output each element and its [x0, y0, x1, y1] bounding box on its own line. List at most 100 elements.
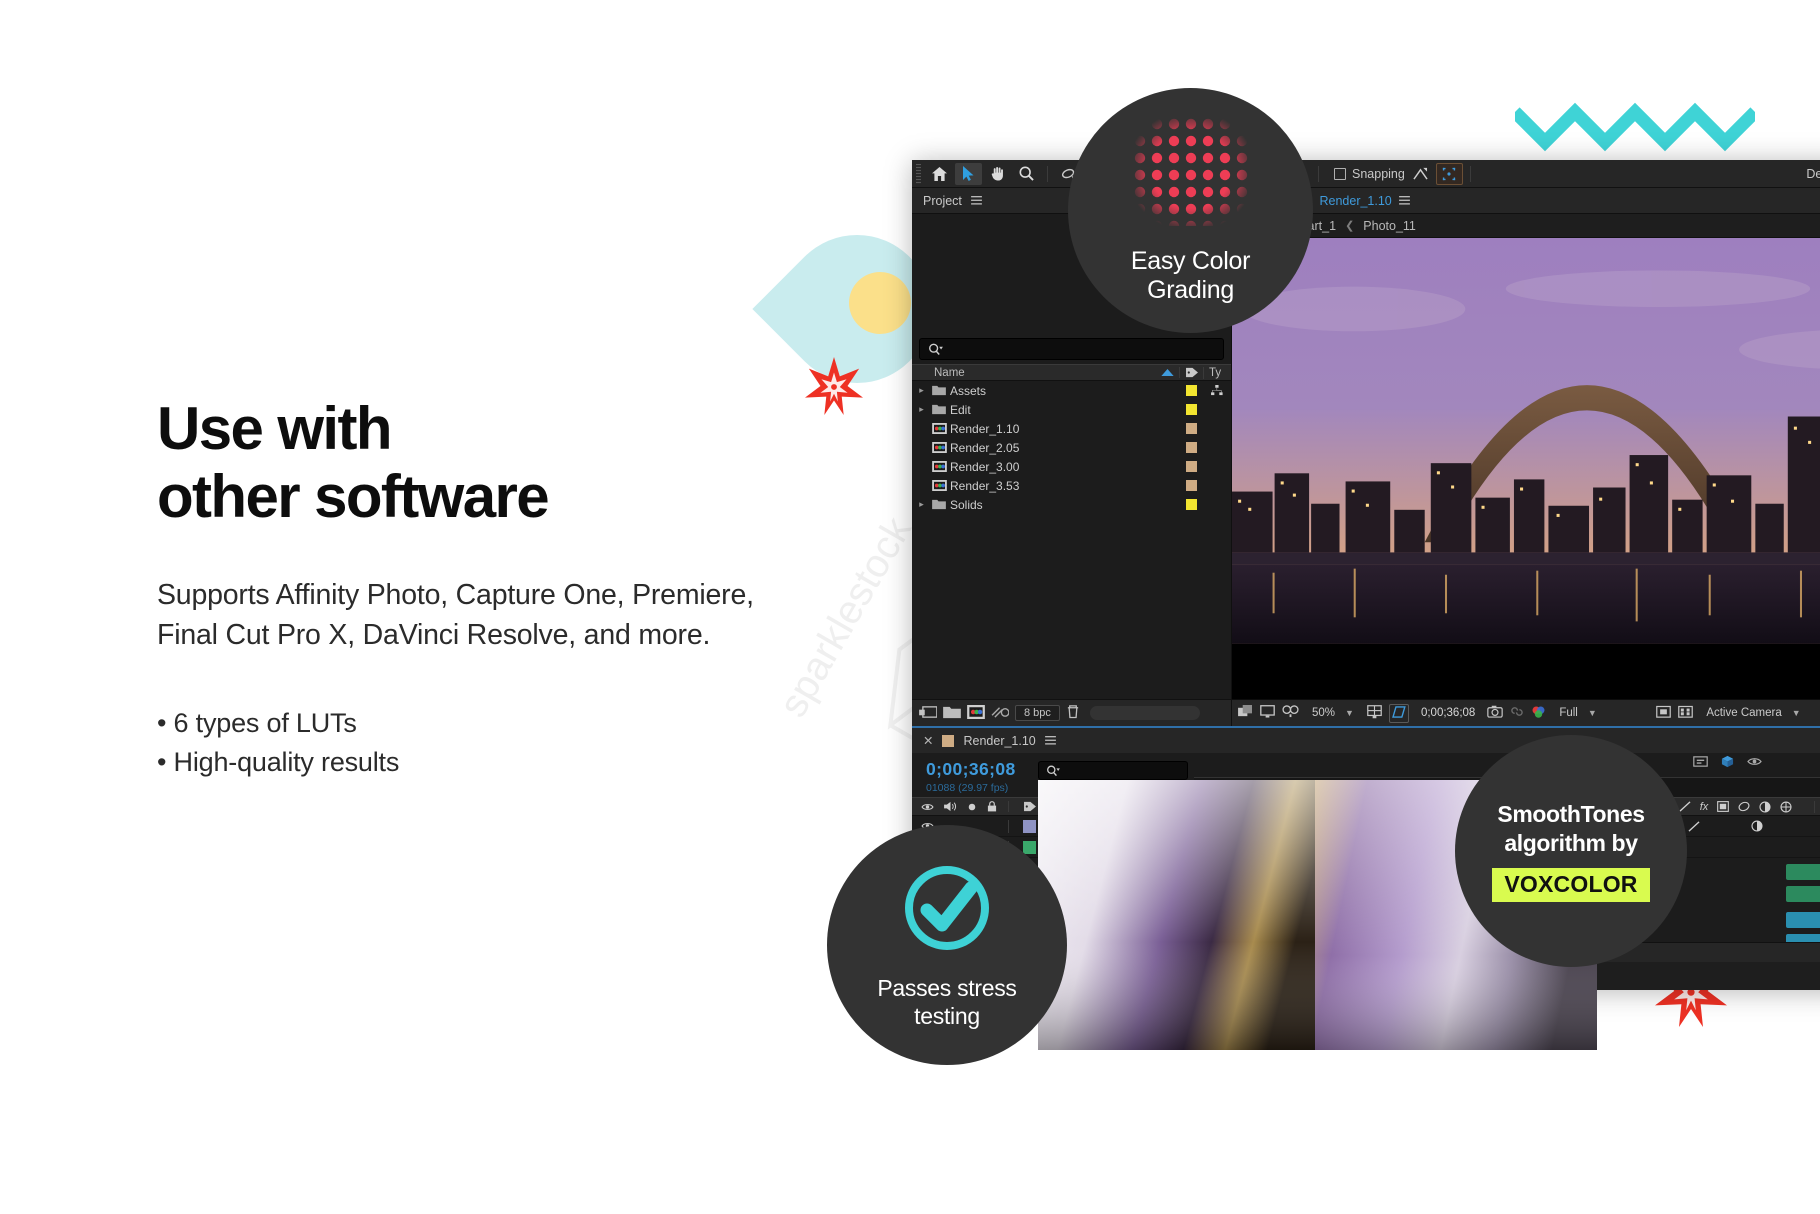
new-composition-icon[interactable] [967, 704, 985, 722]
current-time-display[interactable]: 0;00;36;08 [1416, 706, 1480, 720]
footer-slider[interactable] [1089, 706, 1200, 720]
label-color-swatch[interactable] [1179, 499, 1203, 510]
list-item[interactable]: Render_3.00 [912, 457, 1231, 476]
badge-easy-color-grading: Easy Color Grading [1068, 88, 1313, 333]
timeline-tools [1693, 755, 1762, 771]
hand-icon[interactable] [984, 163, 1011, 185]
resolution-select[interactable]: Full ▼ [1553, 706, 1649, 720]
chevron-down-icon: ▼ [1587, 708, 1597, 718]
camera-view-select[interactable]: Active Camera ▼ [1700, 706, 1820, 720]
snapping-label: Snapping [1352, 166, 1405, 181]
project-search-input[interactable] [919, 338, 1224, 360]
list-item[interactable]: Render_1.10 [912, 419, 1231, 438]
composition-viewer[interactable] [1232, 238, 1820, 699]
timecode-block[interactable]: 0;00;36;08 01088 (29.97 fps) [912, 753, 1032, 794]
list-item[interactable]: ▸ Assets [912, 381, 1231, 400]
label-color-swatch[interactable] [1179, 461, 1203, 472]
track-bar[interactable] [1786, 886, 1820, 902]
breadcrumb-item[interactable]: Photo_11 [1363, 219, 1416, 233]
label-color-swatch[interactable] [1179, 442, 1203, 453]
adjustment-icon [1759, 800, 1771, 813]
composition-tab-name: Render_1.10 [1319, 193, 1392, 208]
snapping-toggle[interactable]: Snapping [1334, 167, 1405, 181]
label-color-swatch[interactable] [1179, 423, 1203, 434]
list-item: • 6 types of LUTs [157, 707, 357, 738]
region-of-interest-toggle-icon[interactable] [1656, 705, 1672, 722]
camera-view-value: Active Camera [1706, 707, 1782, 719]
list-item-label: Render_3.53 [950, 478, 1020, 493]
transparency-grid-icon[interactable] [1678, 705, 1694, 722]
selection-arrow-icon[interactable] [955, 162, 982, 185]
3d-layer-icon [1780, 800, 1792, 813]
hierarchy-icon [1203, 385, 1231, 396]
column-header-name[interactable]: Name [912, 367, 1161, 379]
delete-icon[interactable] [1066, 704, 1080, 722]
tag-column-icon [1179, 367, 1203, 378]
3d-glasses-icon[interactable] [1282, 705, 1299, 721]
snap-arrow-icon[interactable] [1407, 163, 1434, 185]
project-settings-icon[interactable] [991, 705, 1010, 722]
magnification-select[interactable]: 50% ▼ [1306, 706, 1360, 720]
interpret-footage-icon[interactable] [919, 705, 938, 722]
close-icon[interactable]: ✕ [923, 733, 933, 748]
column-header-mode[interactable]: Mode [1814, 800, 1820, 813]
new-folder-icon[interactable] [943, 705, 961, 722]
take-snapshot-icon[interactable] [1487, 705, 1504, 721]
list-item-label: Render_3.00 [950, 459, 1020, 474]
panel-menu-icon[interactable] [1044, 734, 1056, 748]
track-bar[interactable] [1786, 864, 1820, 880]
sort-ascending-icon [1161, 367, 1179, 379]
disclosure-triangle-icon[interactable]: ▸ [915, 499, 928, 510]
bit-depth-button[interactable]: 8 bpc [1015, 705, 1060, 721]
workspace-default[interactable]: Default [1806, 167, 1820, 181]
halftone-dots-icon [1132, 116, 1250, 232]
draft-3d-icon[interactable] [1720, 755, 1735, 771]
toolbar-drag-handle[interactable] [916, 163, 921, 184]
search-icon [929, 343, 943, 355]
transform-box-icon[interactable] [1435, 162, 1463, 185]
composition-mini-flowchart-icon[interactable] [1693, 755, 1708, 771]
toolbar-divider [1318, 165, 1319, 182]
region-of-interest-icon[interactable] [1388, 703, 1409, 723]
zoom-magnifier-icon[interactable] [1013, 163, 1040, 185]
layer-mode-select[interactable]: Normal ▼ [1814, 819, 1820, 834]
label-color-swatch[interactable] [1179, 404, 1203, 415]
disclosure-triangle-icon[interactable]: ▸ [915, 404, 928, 415]
toggle-transparency-icon[interactable] [1238, 705, 1253, 721]
list-item[interactable]: ▸ Edit [912, 400, 1231, 419]
supported-software-text: Supports Affinity Photo, Capture One, Pr… [157, 578, 754, 652]
lut-preview-left [1038, 780, 1320, 1050]
timeline-panel-tab[interactable]: ✕ Render_1.10 [912, 728, 1820, 753]
monitor-icon[interactable] [1260, 705, 1275, 721]
composition-panel-tab[interactable]: Composition Render_1.10 [1232, 188, 1820, 214]
home-icon[interactable] [926, 163, 953, 185]
snapping-checkbox[interactable] [1334, 167, 1346, 180]
project-panel-title: Project [923, 193, 962, 208]
channel-rgb-icon[interactable] [1531, 705, 1546, 722]
red-star-shape [805, 357, 863, 415]
list-item[interactable]: ▸ Solids [912, 495, 1231, 514]
workspace-switcher: Default Learn [1806, 167, 1820, 181]
badge-line-2: Grading [1147, 276, 1234, 304]
toolbar-divider [1469, 165, 1471, 182]
badge-vox-label: SmoothTones algorithm by [1497, 800, 1645, 856]
badge-line-1: SmoothTones [1497, 801, 1645, 828]
timeline-frames: 01088 (29.97 fps) [926, 782, 1009, 794]
show-snapshot-icon[interactable] [1510, 705, 1524, 721]
list-item[interactable]: Render_3.53 [912, 476, 1231, 495]
badge-line-1: Easy Color [1130, 247, 1251, 276]
list-item-label: Solids [950, 497, 983, 512]
hide-shy-layers-icon[interactable] [1747, 755, 1762, 771]
panel-menu-icon[interactable] [971, 194, 982, 208]
list-item[interactable]: Render_2.05 [912, 438, 1231, 457]
choose-grid-icon[interactable] [1367, 704, 1382, 722]
list-item-label: Render_2.05 [950, 440, 1020, 455]
timeline-timecode[interactable]: 0;00;36;08 [926, 759, 1032, 780]
track-bar[interactable] [1786, 912, 1820, 928]
label-color-swatch[interactable] [1179, 480, 1203, 491]
column-header-type[interactable]: Ty [1203, 366, 1231, 379]
label-color-swatch[interactable] [1179, 385, 1203, 396]
disclosure-triangle-icon[interactable]: ▸ [915, 385, 928, 396]
panel-menu-icon[interactable] [1398, 194, 1410, 208]
timeline-search-input[interactable] [1038, 761, 1188, 780]
